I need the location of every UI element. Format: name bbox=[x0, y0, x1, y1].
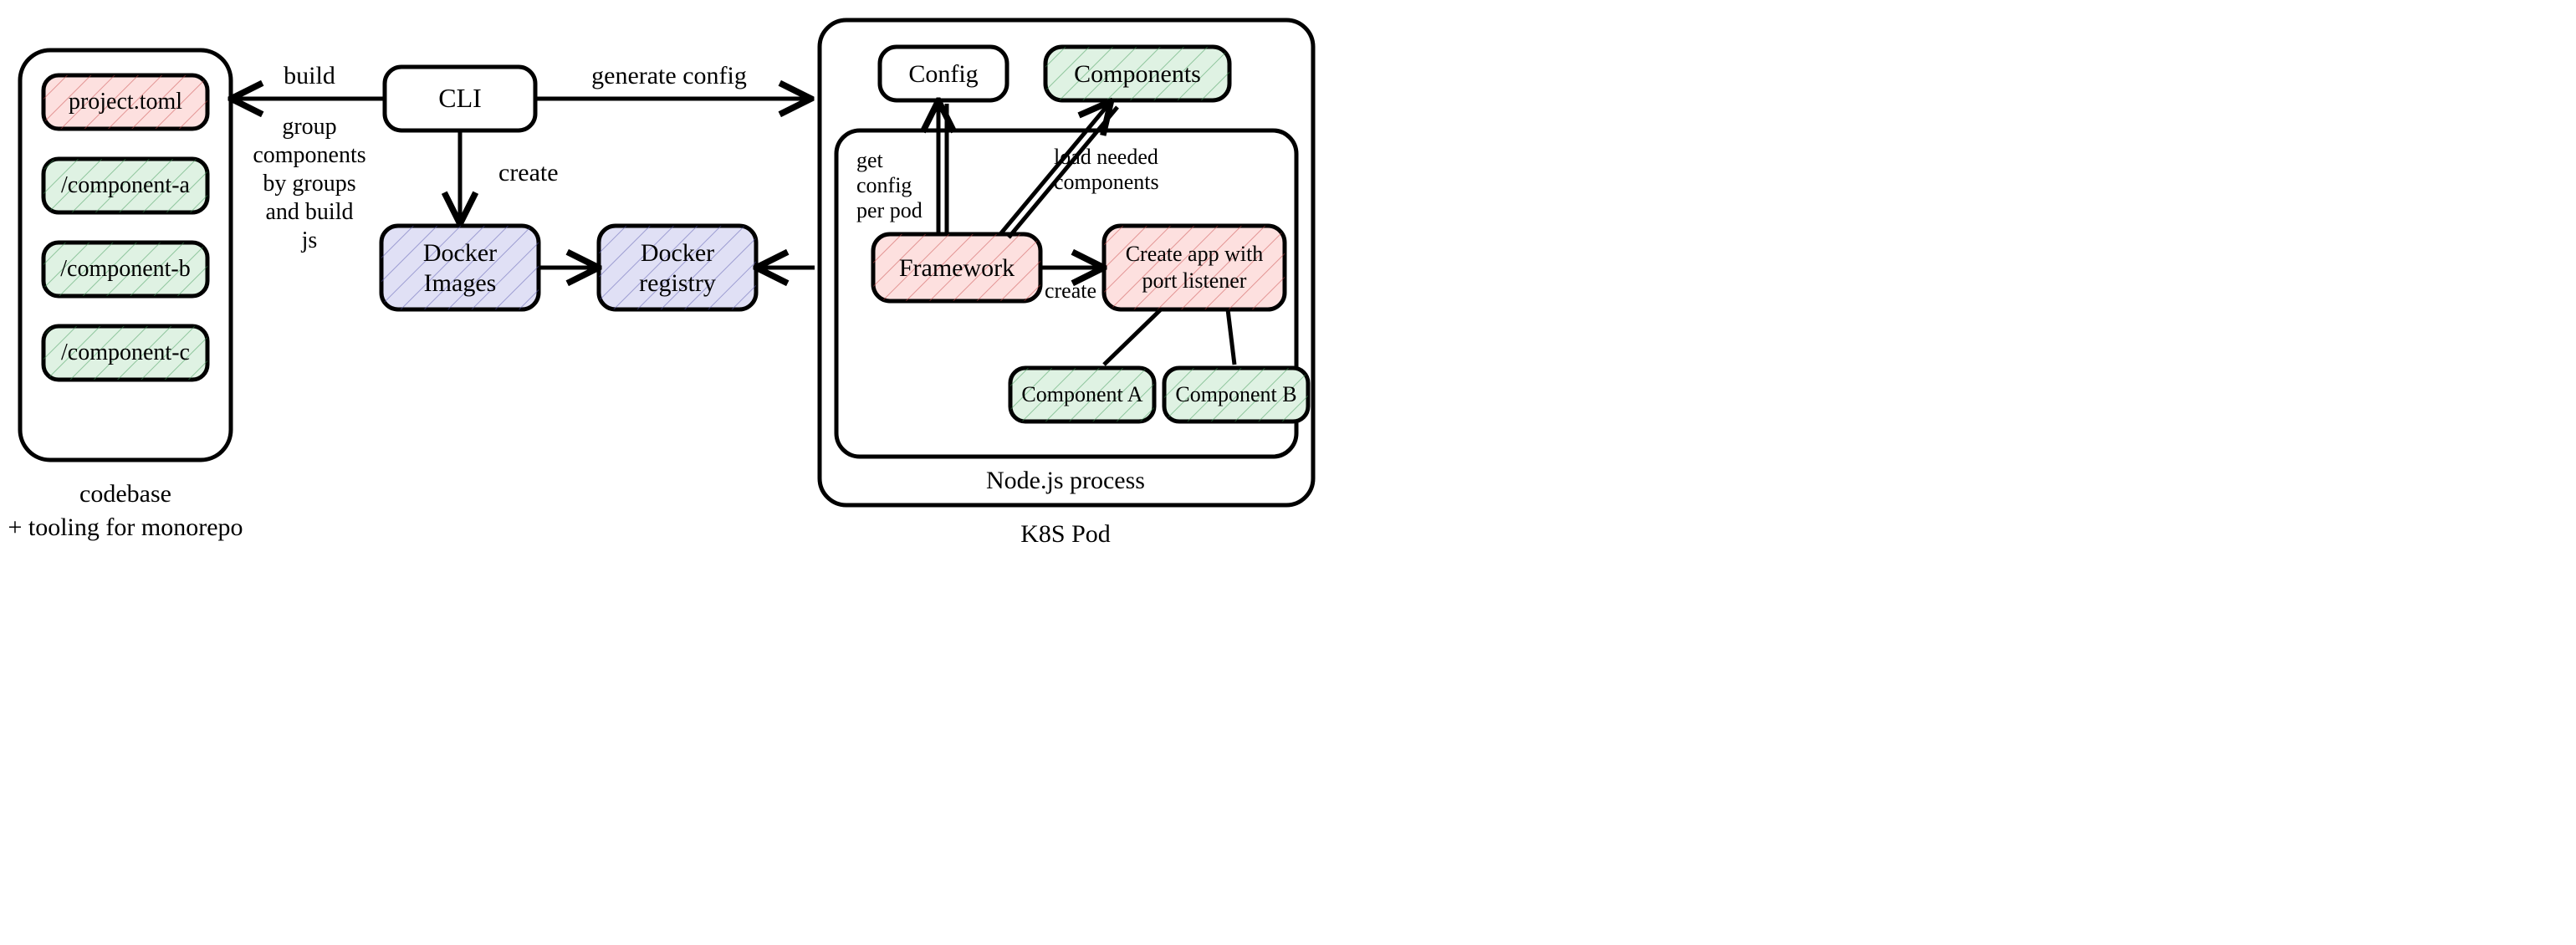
component-a-node: /component-a bbox=[43, 159, 207, 212]
docker-registry-node: Docker registry bbox=[599, 226, 756, 309]
build-label: build bbox=[284, 62, 335, 89]
nodejs-process-caption: Node.js process bbox=[986, 467, 1145, 494]
edge-cli-create-images: create bbox=[460, 130, 559, 221]
build-note-l1: group bbox=[282, 114, 336, 140]
build-note-l2: components bbox=[253, 142, 365, 168]
edge-app-to-comp-b bbox=[1228, 309, 1234, 365]
edge-cli-generate-config: generate config bbox=[535, 62, 808, 99]
create-app-l1: Create app with bbox=[1126, 242, 1264, 266]
edge-framework-create-app: create bbox=[1040, 268, 1101, 303]
docker-images-node: Docker Images bbox=[381, 226, 539, 309]
edge-framework-config: get config per pod bbox=[856, 104, 947, 234]
k8s-pod-caption: K8S Pod bbox=[1020, 520, 1111, 548]
docker-registry-l2: registry bbox=[639, 269, 716, 297]
pod-component-a-label: Component A bbox=[1021, 382, 1142, 406]
edge-app-to-comp-a bbox=[1104, 309, 1161, 365]
build-note-l4: and build bbox=[266, 199, 354, 225]
build-note-l5: js bbox=[301, 227, 318, 253]
docker-images-l2: Images bbox=[424, 269, 497, 297]
edge-framework-components: load needed components bbox=[1000, 104, 1159, 238]
components-node: Components bbox=[1045, 47, 1229, 100]
docker-registry-l1: Docker bbox=[641, 239, 714, 267]
project-toml-node: project.toml bbox=[43, 75, 207, 129]
docker-images-l1: Docker bbox=[423, 239, 497, 267]
pod-component-b-node: Component B bbox=[1164, 368, 1308, 421]
create-app-l2: port listener bbox=[1142, 268, 1247, 293]
framework-label: Framework bbox=[899, 254, 1015, 282]
component-b-node: /component-b bbox=[43, 243, 207, 296]
framework-node: Framework bbox=[873, 234, 1040, 301]
load-needed-l1: load needed bbox=[1054, 145, 1158, 169]
k8s-pod-container: K8S Pod Config Components Node.js proces… bbox=[820, 20, 1313, 548]
component-b-label: /component-b bbox=[60, 256, 191, 282]
generate-config-label: generate config bbox=[591, 62, 747, 89]
config-label: Config bbox=[908, 60, 978, 88]
create-edge-label: create bbox=[1045, 278, 1096, 303]
get-config-l3: per pod bbox=[856, 198, 923, 222]
components-label: Components bbox=[1074, 60, 1201, 88]
cli-label: CLI bbox=[438, 83, 482, 113]
edge-cli-build: build group components by groups and bui… bbox=[234, 62, 385, 253]
codebase-container: project.toml /component-a /component-b /… bbox=[8, 50, 243, 541]
pod-component-a-node: Component A bbox=[1010, 368, 1154, 421]
create-app-node: Create app with port listener bbox=[1104, 226, 1285, 309]
component-a-label: /component-a bbox=[61, 172, 191, 198]
create-label: create bbox=[498, 159, 559, 186]
get-config-l1: get bbox=[856, 148, 884, 172]
pod-component-b-label: Component B bbox=[1175, 382, 1296, 406]
codebase-caption-l2: + tooling for monorepo bbox=[8, 513, 243, 541]
build-note-l3: by groups bbox=[263, 171, 355, 197]
get-config-l2: config bbox=[856, 173, 912, 197]
architecture-diagram: project.toml /component-a /component-b /… bbox=[0, 0, 2576, 945]
component-c-node: /component-c bbox=[43, 326, 207, 380]
project-toml-label: project.toml bbox=[69, 89, 182, 115]
load-needed-l2: components bbox=[1054, 170, 1159, 194]
component-c-label: /component-c bbox=[61, 340, 190, 365]
codebase-caption-l1: codebase bbox=[79, 480, 171, 508]
config-node: Config bbox=[880, 47, 1007, 100]
cli-node: CLI bbox=[385, 67, 535, 130]
